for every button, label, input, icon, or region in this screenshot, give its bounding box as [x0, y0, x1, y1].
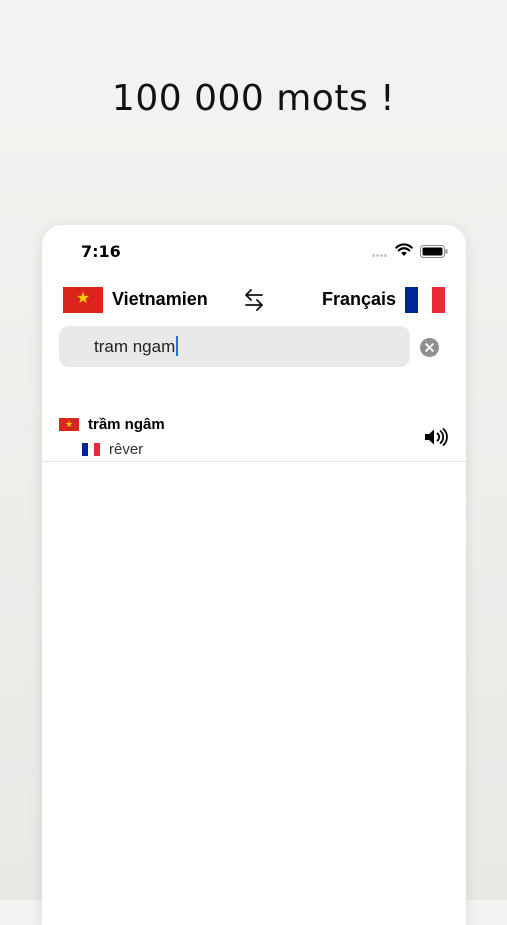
headline: 100 000 mots !	[111, 78, 396, 119]
france-flag-icon	[82, 443, 100, 456]
result-row[interactable]: ★ trầm ngâm rêver	[42, 411, 466, 462]
target-language-button[interactable]: Français	[322, 289, 396, 310]
speaker-icon[interactable]	[424, 428, 448, 446]
search-input[interactable]: tram ngam	[59, 326, 410, 367]
text-caret	[176, 336, 179, 357]
result-translation: rêver	[109, 441, 144, 458]
battery-icon	[420, 245, 448, 258]
swap-arrows-icon[interactable]	[242, 287, 266, 313]
search-input-value: tram ngam	[94, 337, 176, 356]
vietnam-flag-icon: ★	[59, 418, 79, 431]
status-time: 7:16	[81, 242, 121, 261]
language-selector-bar: ★ Vietnamien Français	[42, 285, 466, 315]
clear-circle-icon[interactable]	[420, 338, 439, 357]
signal-dots-icon	[372, 254, 388, 272]
status-bar: 7:16	[42, 225, 466, 275]
france-flag-icon[interactable]	[405, 287, 445, 313]
vietnam-flag-icon[interactable]: ★	[63, 287, 103, 313]
source-language-button[interactable]: Vietnamien	[112, 289, 208, 310]
phone-screen: 7:16 ★ Vietnamien Français tram ngam ★ t…	[42, 225, 466, 925]
wifi-icon	[395, 243, 413, 256]
result-word: trầm ngâm	[88, 416, 165, 433]
